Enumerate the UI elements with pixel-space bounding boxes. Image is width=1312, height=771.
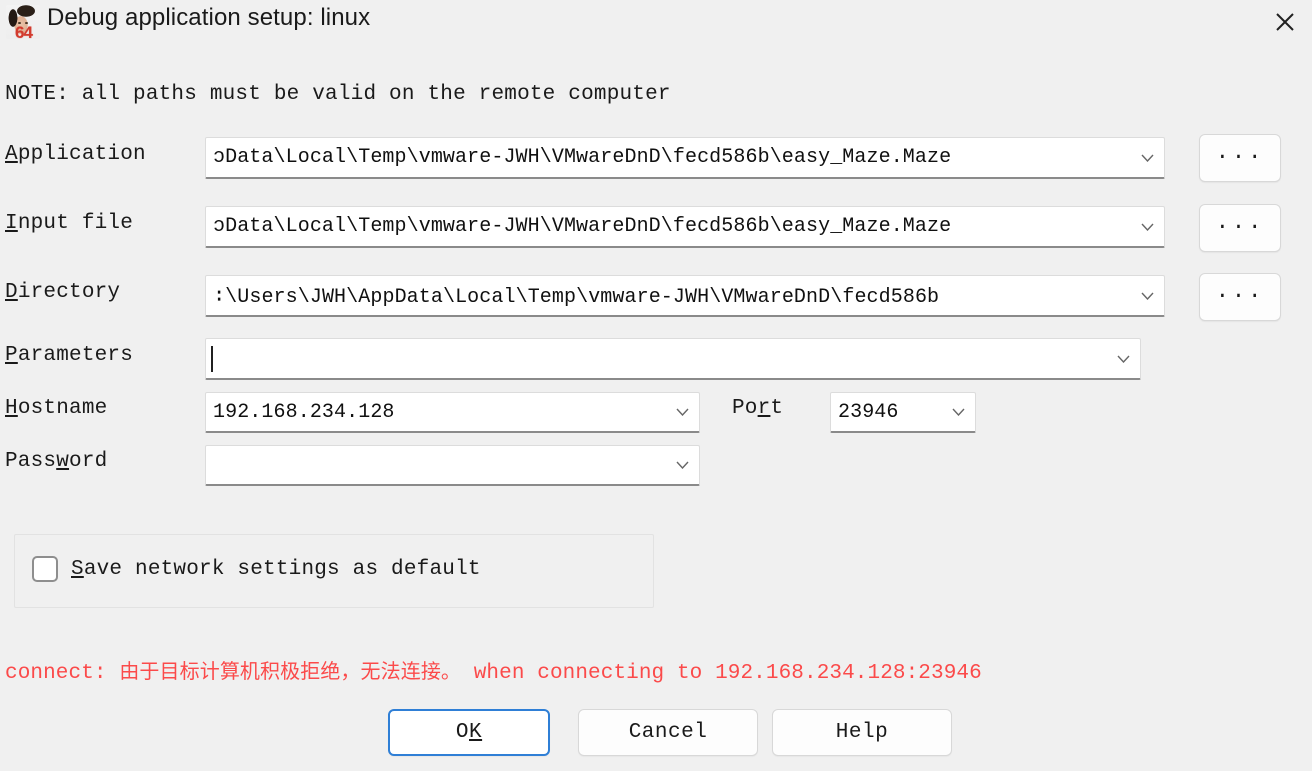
cancel-button[interactable]: Cancel (578, 709, 758, 756)
application-label: Application (5, 143, 146, 166)
error-suffix: when connecting to 192.168.234.128:23946 (461, 662, 982, 685)
chevron-down-icon (951, 408, 965, 416)
close-icon[interactable] (1262, 0, 1308, 44)
port-label: Port (732, 397, 783, 420)
directory-browse-button[interactable]: ... (1199, 273, 1281, 321)
application-label-mnemonic: A (5, 143, 18, 166)
parameters-label: Parameters (5, 344, 133, 367)
directory-input[interactable]: ∶\Users\JWH\AppData\Local\Temp\vmware-JW… (206, 283, 1130, 309)
application-browse-button[interactable]: ... (1199, 134, 1281, 182)
directory-browse-label: ... (1215, 279, 1265, 304)
ida64-icon-badge: 64 (15, 23, 33, 39)
hostname-label-mnemonic: H (5, 397, 18, 420)
directory-label-mnemonic: D (5, 281, 18, 304)
password-label-pre: Pass (5, 450, 57, 473)
password-dropdown-arrow[interactable] (665, 461, 699, 469)
error-message-chinese: 由于目标计算机积极拒绝，无法连接。 (119, 659, 462, 683)
parameters-label-mnemonic: P (5, 344, 18, 367)
application-browse-label: ... (1215, 140, 1265, 165)
directory-combo[interactable]: ∶\Users\JWH\AppData\Local\Temp\vmware-JW… (205, 275, 1165, 317)
port-input[interactable]: 23946 (831, 401, 941, 424)
chevron-down-icon (1140, 292, 1154, 300)
port-label-mnemonic: r (757, 397, 771, 420)
application-dropdown-arrow[interactable] (1130, 154, 1164, 162)
window-title: Debug application setup: linux (47, 4, 371, 31)
hostname-label: Hostname (5, 397, 107, 420)
input-file-browse-label: ... (1215, 210, 1265, 235)
application-label-rest: pplication (17, 143, 146, 166)
ok-button-label: OK (455, 721, 483, 744)
password-label: Password (5, 450, 107, 473)
port-label-rest: t (770, 397, 784, 420)
parameters-label-rest: arameters (17, 344, 134, 367)
directory-dropdown-arrow[interactable] (1130, 292, 1164, 300)
application-input[interactable]: ɔData\Local\Temp\vmware-JWH\VMwareDnD\fe… (206, 146, 1130, 169)
input-file-combo[interactable]: ɔData\Local\Temp\vmware-JWH\VMwareDnD\fe… (205, 206, 1165, 248)
password-label-mnemonic: w (56, 450, 70, 473)
chevron-down-icon (1140, 223, 1154, 231)
save-network-settings-checkbox-row[interactable]: Save network settings as default (32, 556, 481, 582)
chevron-down-icon (675, 408, 689, 416)
help-button[interactable]: Help (772, 709, 952, 756)
hostname-input[interactable]: 192.168.234.128 (206, 401, 665, 424)
ida64-icon: 64 (6, 5, 40, 39)
chevron-down-icon (1140, 154, 1154, 162)
error-prefix: connect: (5, 662, 120, 685)
error-message: connect: 由于目标计算机积极拒绝，无法连接。 when connecti… (5, 655, 982, 685)
chevron-down-icon (675, 461, 689, 469)
input-file-browse-button[interactable]: ... (1199, 204, 1281, 252)
port-dropdown-arrow[interactable] (941, 408, 975, 416)
hostname-label-rest: ostname (17, 397, 108, 420)
ok-button[interactable]: OK (388, 709, 550, 756)
note-text: NOTE: all paths must be valid on the rem… (5, 83, 671, 106)
hostname-dropdown-arrow[interactable] (665, 408, 699, 416)
save-network-settings-text: ave network settings as default (83, 557, 481, 581)
save-network-settings-mnemonic: S (71, 557, 84, 581)
parameters-dropdown-arrow[interactable] (1106, 355, 1140, 363)
directory-label-rest: irectory (17, 281, 121, 304)
application-combo[interactable]: ɔData\Local\Temp\vmware-JWH\VMwareDnD\fe… (205, 137, 1165, 179)
parameters-combo[interactable] (205, 338, 1141, 380)
port-label-pre: Po (732, 397, 758, 420)
title-bar: 64 Debug application setup: linux (0, 0, 1312, 46)
hostname-combo[interactable]: 192.168.234.128 (205, 392, 700, 433)
save-network-settings-label: Save network settings as default (71, 558, 481, 581)
input-file-dropdown-arrow[interactable] (1130, 223, 1164, 231)
input-file-label: Input file (5, 212, 133, 235)
input-file-label-mnemonic: I (5, 212, 18, 235)
chevron-down-icon (1116, 355, 1130, 363)
input-file-label-rest: nput file (17, 212, 134, 235)
password-combo[interactable] (205, 445, 700, 486)
directory-label: Directory (5, 281, 120, 304)
input-file-input[interactable]: ɔData\Local\Temp\vmware-JWH\VMwareDnD\fe… (206, 215, 1130, 238)
parameters-text-cursor (211, 346, 213, 372)
port-combo[interactable]: 23946 (830, 392, 976, 433)
save-network-settings-checkbox[interactable] (32, 556, 58, 582)
password-label-rest: ord (69, 450, 108, 473)
